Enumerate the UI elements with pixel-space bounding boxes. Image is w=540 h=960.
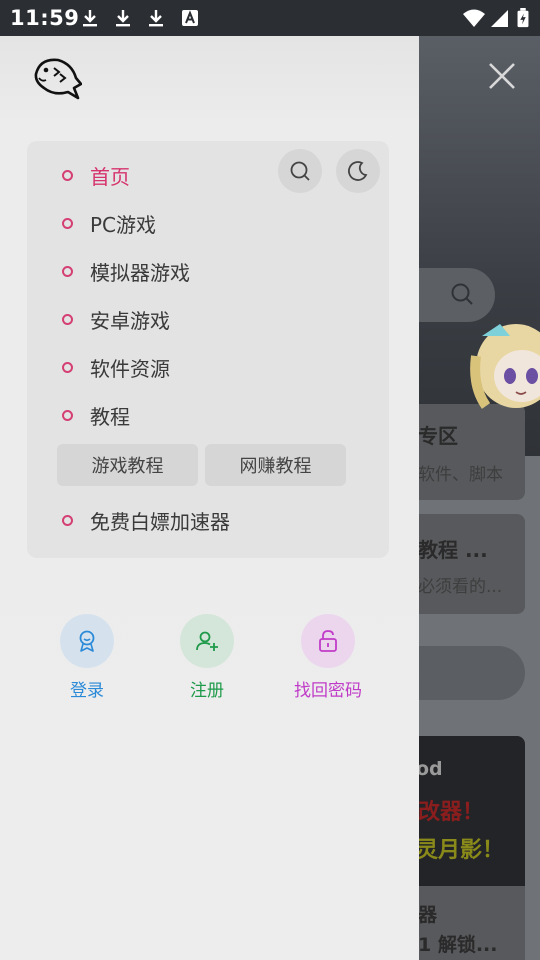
menu-item-accelerator[interactable]: 免费白嫖加速器 [27, 500, 389, 540]
submenu-money-tutorials[interactable]: 网赚教程 [205, 444, 346, 486]
post-title: 器 [418, 904, 438, 926]
thumbnail-text: 灵月影！ [416, 838, 505, 863]
bullet-icon [62, 361, 73, 373]
bullet-icon [62, 409, 73, 421]
bullet-icon [62, 265, 73, 277]
navigation-drawer: 首页 PC游戏 模拟器游戏 安卓游戏 软件资源 教程 游戏教程 网赚教程 免费白… [0, 36, 419, 960]
menu-item-tutorials[interactable]: 教程 [27, 395, 389, 435]
menu-item-label: 安卓游戏 [90, 308, 170, 333]
menu-item-home[interactable]: 首页 [27, 155, 389, 195]
recover-password-button[interactable]: 找回密码 [273, 614, 383, 701]
menu-item-label: 模拟器游戏 [90, 260, 190, 285]
download-icon [83, 10, 97, 27]
menu-item-pc-games[interactable]: PC游戏 [27, 203, 389, 243]
menu-item-label: 教程 [90, 404, 130, 429]
search-icon[interactable] [450, 282, 474, 306]
download-icon [149, 10, 163, 27]
register-button[interactable]: 注册 [152, 614, 262, 701]
add-user-icon [196, 631, 218, 651]
menu-item-emulator-games[interactable]: 模拟器游戏 [27, 251, 389, 291]
mascot-image [470, 324, 540, 409]
bullet-icon [62, 217, 73, 229]
menu-item-label: 首页 [90, 164, 130, 189]
login-button[interactable]: 登录 [32, 614, 142, 701]
card-subtitle: 必须看的... [418, 577, 503, 597]
menu-item-label: PC游戏 [90, 212, 157, 237]
signal-icon [491, 10, 508, 27]
close-icon[interactable] [484, 58, 520, 94]
menu-item-software[interactable]: 软件资源 [27, 347, 389, 387]
thumbnail-text: od [416, 758, 443, 780]
menu-item-label: 软件资源 [90, 356, 170, 381]
recover-icon-wrap [301, 614, 355, 668]
wifi-icon [463, 9, 485, 27]
bullet-icon [62, 514, 73, 526]
post-title: 1 解锁... [418, 934, 498, 956]
card-title: 教程 ... [418, 538, 488, 562]
thumbnail-text: 改器！ [418, 800, 485, 825]
download-icon [116, 10, 130, 27]
a-icon [182, 10, 198, 26]
menu-item-android-games[interactable]: 安卓游戏 [27, 299, 389, 339]
bullet-icon [62, 169, 73, 181]
badge-icon [79, 630, 95, 652]
unlock-icon [319, 630, 337, 652]
menu-card: 首页 PC游戏 模拟器游戏 安卓游戏 软件资源 教程 游戏教程 网赚教程 免费白… [27, 141, 389, 558]
register-icon-wrap [180, 614, 234, 668]
bullet-icon [62, 313, 73, 325]
status-bar: 11:59 [0, 0, 540, 36]
battery-icon [517, 8, 529, 28]
fish-logo-icon[interactable] [32, 52, 82, 100]
register-label: 注册 [190, 681, 224, 701]
card-title: 专区 [418, 424, 458, 448]
login-icon-wrap [60, 614, 114, 668]
submenu-game-tutorials[interactable]: 游戏教程 [57, 444, 198, 486]
card-subtitle: 软件、脚本 [418, 465, 503, 485]
status-time: 11:59 [10, 6, 80, 30]
login-label: 登录 [70, 681, 104, 701]
menu-item-label: 免费白嫖加速器 [90, 509, 230, 534]
recover-password-label: 找回密码 [294, 681, 362, 701]
